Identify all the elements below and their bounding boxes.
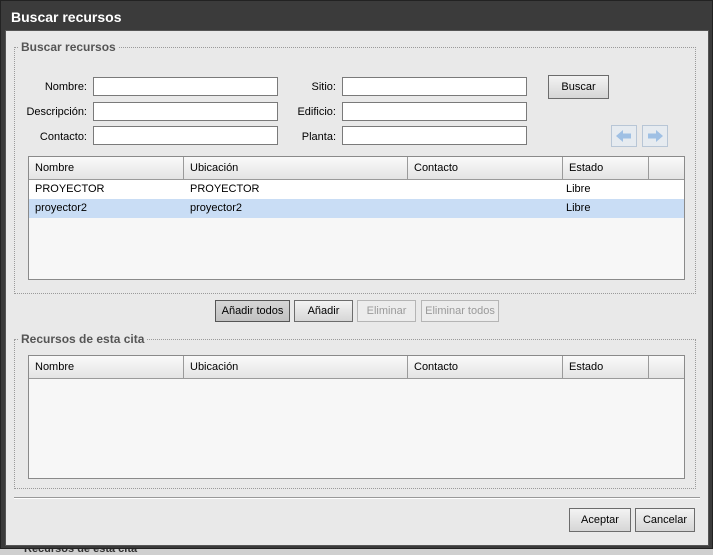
contacto-label: Contacto: [39,131,87,143]
column-header-ubicacion[interactable]: Ubicación [184,356,408,378]
edificio-input[interactable] [342,102,527,121]
column-header-filler [649,157,684,179]
add-all-button[interactable]: Añadir todos [215,300,290,322]
accept-button[interactable]: Aceptar [569,508,631,532]
table-row[interactable]: PROYECTOR PROYECTOR Libre [29,180,684,199]
table-row[interactable]: proyector2 proyector2 Libre [29,199,684,218]
cell-ubicacion: proyector2 [190,202,242,214]
appointment-table-header: Nombre Ubicación Contacto Estado [29,356,684,379]
appointment-resources-table: Nombre Ubicación Contacto Estado [28,355,685,479]
arrow-left-icon [616,130,631,142]
column-header-ubicacion[interactable]: Ubicación [184,157,408,179]
column-header-contacto[interactable]: Contacto [408,157,563,179]
dialog-title: Buscar recursos [11,9,122,25]
search-resources-dialog: Buscar recursos Buscar recursos Nombre: … [0,0,713,549]
next-page-button[interactable] [642,125,668,147]
cell-ubicacion: PROYECTOR [190,183,260,195]
sitio-label: Sitio: [311,81,336,93]
cell-nombre: PROYECTOR [35,183,105,195]
edificio-label: Edificio: [297,106,336,118]
cell-contacto [408,199,563,218]
column-header-nombre[interactable]: Nombre [29,157,184,179]
previous-page-button[interactable] [611,125,637,147]
nombre-input[interactable] [93,77,278,96]
cell-estado: Libre [566,202,591,214]
column-header-estado[interactable]: Estado [563,356,649,378]
dialog-content: Buscar recursos Nombre: Descripción: Con… [5,30,709,546]
arrow-right-icon [648,130,663,142]
search-results-table: Nombre Ubicación Contacto Estado PROYECT… [28,156,685,280]
descripcion-input[interactable] [93,102,278,121]
planta-label: Planta: [301,131,336,143]
cancel-button[interactable]: Cancelar [635,508,695,532]
column-header-filler [649,356,684,378]
cell-contacto [408,180,563,199]
sitio-input[interactable] [342,77,527,96]
appointment-resources-legend: Recursos de esta cita [21,332,145,346]
planta-input[interactable] [342,126,527,145]
footer-divider [14,497,700,499]
column-header-estado[interactable]: Estado [563,157,649,179]
add-button[interactable]: Añadir [294,300,353,322]
descripcion-label: Descripción: [26,106,87,118]
search-button[interactable]: Buscar [548,75,609,99]
remove-button[interactable]: Eliminar [357,300,416,322]
cell-nombre: proyector2 [35,202,87,214]
results-table-header: Nombre Ubicación Contacto Estado [29,157,684,180]
nombre-label: Nombre: [44,81,87,93]
column-header-nombre[interactable]: Nombre [29,356,184,378]
search-group-legend: Buscar recursos [21,40,116,54]
contacto-input[interactable] [93,126,278,145]
cell-estado: Libre [566,183,591,195]
column-header-contacto[interactable]: Contacto [408,356,563,378]
remove-all-button[interactable]: Eliminar todos [421,300,499,322]
